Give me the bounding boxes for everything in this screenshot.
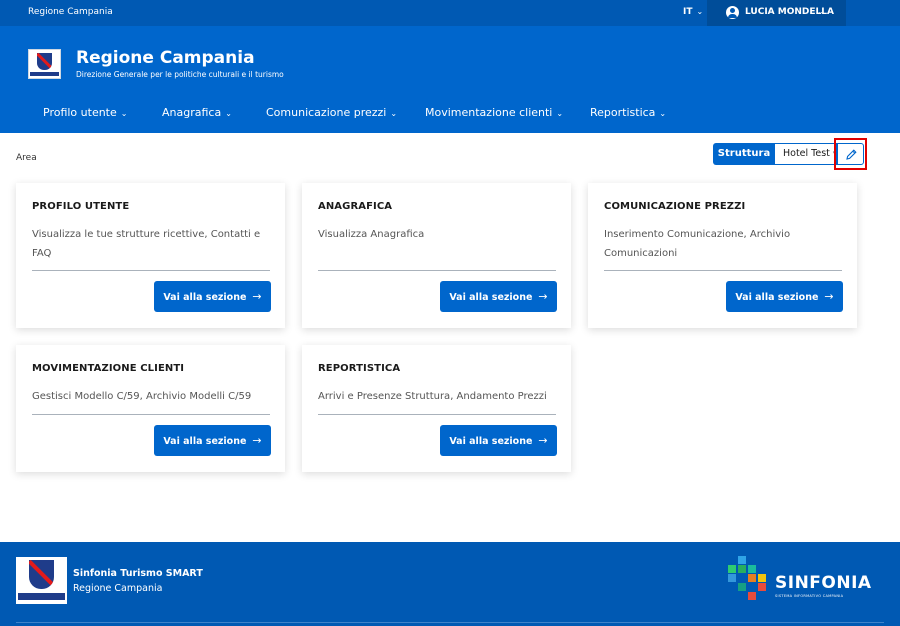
site-subtitle: Direzione Generale per le politiche cult… <box>76 70 284 79</box>
chevron-down-icon: ⌄ <box>390 109 398 118</box>
card-divider <box>32 414 270 415</box>
user-avatar-icon <box>726 6 739 19</box>
section-button-label: Vai alla sezione <box>449 436 533 447</box>
sinfonia-tagline: SISTEMA INFORMATIVO CAMPANIA <box>775 594 844 598</box>
sinfonia-logo-icon <box>728 556 774 604</box>
structure-select-value: Hotel Test <box>783 148 830 159</box>
arrow-right-icon: → <box>538 290 548 303</box>
card-comunicazione-prezzi: COMUNICAZIONE PREZZI Inserimento Comunic… <box>588 183 857 328</box>
card-title: REPORTISTICA <box>318 363 401 374</box>
main-nav: Profilo utente ⌄ Anagrafica ⌄ Comunicazion… <box>0 106 900 122</box>
chevron-down-icon: ⌄ <box>556 109 564 118</box>
card-movimentazione-clienti: MOVIMENTAZIONE CLIENTI Gestisci Modello … <box>16 345 285 472</box>
card-description: Visualizza Anagrafica <box>318 229 425 240</box>
arrow-right-icon: → <box>824 290 834 303</box>
card-description: Visualizza le tue strutture ricettive, C… <box>32 229 261 259</box>
sinfonia-name: SINFONIA <box>775 573 872 593</box>
footer-subtitle: Regione Campania <box>73 583 163 594</box>
card-title: MOVIMENTAZIONE CLIENTI <box>32 363 185 374</box>
section-button[interactable]: Vai alla sezione → <box>154 281 271 312</box>
structure-select[interactable]: Hotel Test▼ <box>775 143 837 165</box>
arrow-right-icon: → <box>538 434 548 447</box>
nav-item-comunicazione-prezzi[interactable]: Comunicazione prezzi ⌄ <box>266 106 397 119</box>
card-profilo-utente: PROFILO UTENTE Visualizza le tue struttu… <box>16 183 285 328</box>
card-anagrafica: ANAGRAFICA Visualizza Anagrafica Vai all… <box>302 183 571 328</box>
top-bar: Regione Campania IT ⌄ LUCIA MONDELLA ⌄ <box>0 0 900 26</box>
chevron-down-icon: ⌄ <box>120 109 128 118</box>
chevron-down-icon: ⌄ <box>817 7 824 16</box>
section-button[interactable]: Vai alla sezione → <box>726 281 843 312</box>
section-button[interactable]: Vai alla sezione → <box>440 281 557 312</box>
nav-item-label: Anagrafica <box>162 106 222 119</box>
section-button[interactable]: Vai alla sezione → <box>440 425 557 456</box>
site-title[interactable]: Regione Campania <box>76 48 255 68</box>
card-divider <box>318 414 556 415</box>
section-button[interactable]: Vai alla sezione → <box>154 425 271 456</box>
card-description: Inserimento Comunicazione, Archivio Comu… <box>604 229 791 259</box>
card-reportistica: REPORTISTICA Arrivi e Presenze Struttura… <box>302 345 571 472</box>
nav-item-label: Profilo utente <box>43 106 117 119</box>
struttura-button[interactable]: Struttura <box>713 143 775 165</box>
section-button-label: Vai alla sezione <box>449 292 533 303</box>
chevron-down-icon: ⌄ <box>696 7 704 16</box>
region-crest-icon[interactable] <box>28 49 61 79</box>
card-title: ANAGRAFICA <box>318 201 393 212</box>
section-button-label: Vai alla sezione <box>163 292 247 303</box>
card-title: PROFILO UTENTE <box>32 201 130 212</box>
nav-item-anagrafica[interactable]: Anagrafica ⌄ <box>162 106 232 119</box>
card-divider <box>318 270 556 271</box>
area-label: Area <box>16 153 37 163</box>
card-title: COMUNICAZIONE PREZZI <box>604 201 746 212</box>
section-button-label: Vai alla sezione <box>735 292 819 303</box>
chevron-down-icon: ⌄ <box>225 109 232 118</box>
nav-item-label: Reportistica <box>590 106 656 119</box>
nav-item-profilo-utente[interactable]: Profilo utente ⌄ <box>43 106 127 119</box>
nav-item-movimentazione-clienti[interactable]: Movimentazione clienti ⌄ <box>425 106 563 119</box>
footer-divider <box>16 622 884 623</box>
arrow-right-icon: → <box>252 434 262 447</box>
chevron-down-icon: ⌄ <box>659 109 667 118</box>
nav-item-reportistica[interactable]: Reportistica ⌄ <box>590 106 666 119</box>
site-footer: Sinfonia Turismo SMART Regione Campania … <box>0 542 900 626</box>
section-button-label: Vai alla sezione <box>163 436 247 447</box>
arrow-right-icon: → <box>252 290 262 303</box>
nav-item-label: Comunicazione prezzi <box>266 106 387 119</box>
card-divider <box>604 270 842 271</box>
region-crest-icon <box>16 557 67 604</box>
top-bar-brand[interactable]: Regione Campania <box>28 7 113 17</box>
site-header: Regione Campania Direzione Generale per … <box>0 26 900 133</box>
card-divider <box>32 270 270 271</box>
nav-item-label: Movimentazione clienti <box>425 106 553 119</box>
footer-title: Sinfonia Turismo SMART <box>73 568 203 579</box>
card-description: Arrivi e Presenze Struttura, Andamento P… <box>318 391 547 402</box>
card-description: Gestisci Modello C/59, Archivio Modelli … <box>32 391 252 402</box>
language-selector[interactable]: IT ⌄ <box>683 7 703 17</box>
language-label: IT <box>683 7 693 17</box>
user-menu[interactable]: LUCIA MONDELLA ⌄ <box>707 0 846 26</box>
highlight-box <box>834 138 867 170</box>
